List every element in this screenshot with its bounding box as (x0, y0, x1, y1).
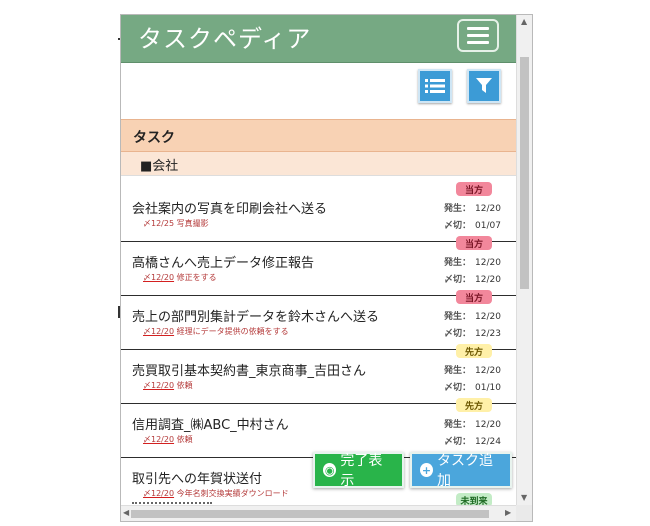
scroll-up-icon[interactable]: ▲ (521, 17, 527, 26)
task-title: 会社案内の写真を印刷会社へ送る (132, 202, 328, 217)
scrollbar-corner (516, 505, 532, 521)
app-title: タスクペディア (138, 25, 312, 53)
eye-icon: ◉ (323, 463, 337, 477)
due-label: 〆切： (444, 383, 472, 393)
task-note-date: 〆12/25 (143, 219, 175, 228)
status-badge: 当方 (456, 290, 492, 304)
task-due: 〆切： 01/07 (444, 218, 501, 231)
horizontal-scroll-thumb[interactable] (131, 510, 489, 518)
due-date: 12/20 (475, 275, 501, 285)
due-date: 12/24 (475, 437, 501, 447)
issued-date: 12/20 (475, 258, 501, 268)
app-header: タスクペディア (121, 15, 516, 63)
task-note: 〆12/20 修正をする (143, 272, 217, 283)
task-due: 〆切： 12/24 (444, 434, 501, 447)
task-note-date: 〆12/20 (143, 381, 175, 390)
task-title: 売買取引基本契約書_東京商事_吉田さん (132, 364, 367, 379)
due-label: 〆切： (444, 437, 472, 447)
issued-label: 発生： (444, 420, 472, 430)
due-label: 〆切： (444, 329, 472, 339)
due-label: 〆切： (444, 221, 472, 231)
task-note-text: 修正をする (176, 273, 217, 282)
section-header: タスク (121, 119, 516, 152)
show-completed-label: 完了表示 (340, 453, 383, 489)
vertical-scroll-thumb[interactable] (520, 57, 529, 289)
issued-label: 発生： (444, 258, 472, 268)
due-date: 12/23 (475, 329, 501, 339)
task-note: 〆12/20 依頼 (143, 380, 193, 391)
section-title: タスク (133, 130, 175, 146)
task-note-date: 〆12/20 (143, 489, 175, 498)
add-task-button[interactable]: + タスク追加 (410, 452, 512, 489)
issued-label: 発生： (444, 204, 472, 214)
task-note-date: 〆12/20 (143, 327, 175, 336)
task-title: 信用調査_㈱ABC_中村さん (132, 418, 289, 433)
issued-date: 12/20 (475, 204, 501, 214)
due-label: 〆切： (444, 275, 472, 285)
task-row[interactable]: 会社案内の写真を印刷会社へ送る 〆12/25 写真撮影 当方 発生： 12/20 … (121, 182, 516, 242)
status-badge: 未到来 (456, 493, 492, 505)
show-completed-button[interactable]: ◉ 完了表示 (313, 452, 404, 489)
task-due: 〆切： 12/20 (444, 272, 501, 285)
task-row[interactable]: 売上の部門別集計データを鈴木さんへ送る 〆12/20 経理にデータ提供の依頼をす… (121, 290, 516, 350)
task-issued: 発生： 12/20 (444, 255, 501, 268)
task-due: 〆切： 01/10 (444, 380, 501, 393)
task-note: 〆12/20 依頼 (143, 434, 193, 445)
status-badge: 先方 (456, 344, 492, 358)
issued-label: 発生： (444, 366, 472, 376)
group-header: ■会社 (121, 152, 516, 176)
task-issued: 発生： 12/20 (444, 309, 501, 322)
filter-icon (476, 78, 492, 93)
app-frame: タスクペディア タスク ■会社 会社案内の写真を印刷会社へ送る 〆12/25 写… (120, 14, 533, 522)
issued-date: 12/20 (475, 420, 501, 430)
task-note-text: 写真撮影 (176, 219, 209, 228)
task-title: 取引先への年賀状送付 (132, 472, 263, 487)
task-note: 〆12/25 写真撮影 (143, 218, 209, 229)
task-note-text: 今年名刺交換実績ダウンロード (176, 489, 289, 498)
hamburger-icon (467, 41, 489, 44)
list-view-button[interactable] (418, 69, 452, 103)
task-note-text: 依頼 (176, 381, 193, 390)
app-viewport: タスクペディア タスク ■会社 会社案内の写真を印刷会社へ送る 〆12/25 写… (121, 15, 516, 505)
scroll-left-icon[interactable]: ◀ (123, 508, 129, 517)
scroll-down-icon[interactable]: ▼ (521, 493, 527, 502)
issued-label: 発生： (444, 312, 472, 322)
task-row[interactable]: 売買取引基本契約書_東京商事_吉田さん 〆12/20 依頼 先方 発生： 12/2… (121, 344, 516, 404)
scroll-right-icon[interactable]: ▶ (505, 508, 511, 517)
toolbar (121, 63, 516, 119)
list-icon (425, 79, 445, 93)
status-badge: 当方 (456, 236, 492, 250)
task-due: 〆切： 12/23 (444, 326, 501, 339)
task-issued: 発生： 12/20 (444, 201, 501, 214)
task-issued: 発生： 12/20 (444, 363, 501, 376)
task-note: 〆12/20 今年名刺交換実績ダウンロード (143, 488, 289, 499)
issued-date: 12/20 (475, 312, 501, 322)
hamburger-icon (467, 34, 489, 37)
task-note-date: 〆12/20 (143, 435, 175, 444)
hamburger-icon (467, 27, 489, 30)
filter-button[interactable] (467, 69, 501, 103)
task-issued: 発生： 12/20 (444, 417, 501, 430)
add-task-label: タスク追加 (437, 453, 493, 489)
group-title: ■会社 (140, 159, 179, 174)
status-badge: 当方 (456, 182, 492, 196)
plus-circle-icon: + (420, 463, 433, 477)
due-date: 01/07 (475, 221, 501, 231)
task-row[interactable]: 高橋さんへ売上データ修正報告 〆12/20 修正をする 当方 発生： 12/20 … (121, 236, 516, 296)
issued-date: 12/20 (475, 366, 501, 376)
task-note-text: 経理にデータ提供の依頼をする (176, 327, 289, 336)
vertical-scrollbar[interactable]: ▲ ▼ (516, 15, 532, 505)
task-title: 高橋さんへ売上データ修正報告 (132, 256, 315, 271)
task-title: 売上の部門別集計データを鈴木さんへ送る (132, 310, 380, 325)
horizontal-scrollbar[interactable]: ◀ ▶ (121, 505, 516, 521)
task-note-date: 〆12/20 (143, 273, 175, 282)
task-note: 〆12/20 経理にデータ提供の依頼をする (143, 326, 289, 337)
hamburger-menu-button[interactable] (457, 19, 499, 52)
task-note-text: 依頼 (176, 435, 193, 444)
due-date: 01/10 (475, 383, 501, 393)
status-badge: 先方 (456, 398, 492, 412)
